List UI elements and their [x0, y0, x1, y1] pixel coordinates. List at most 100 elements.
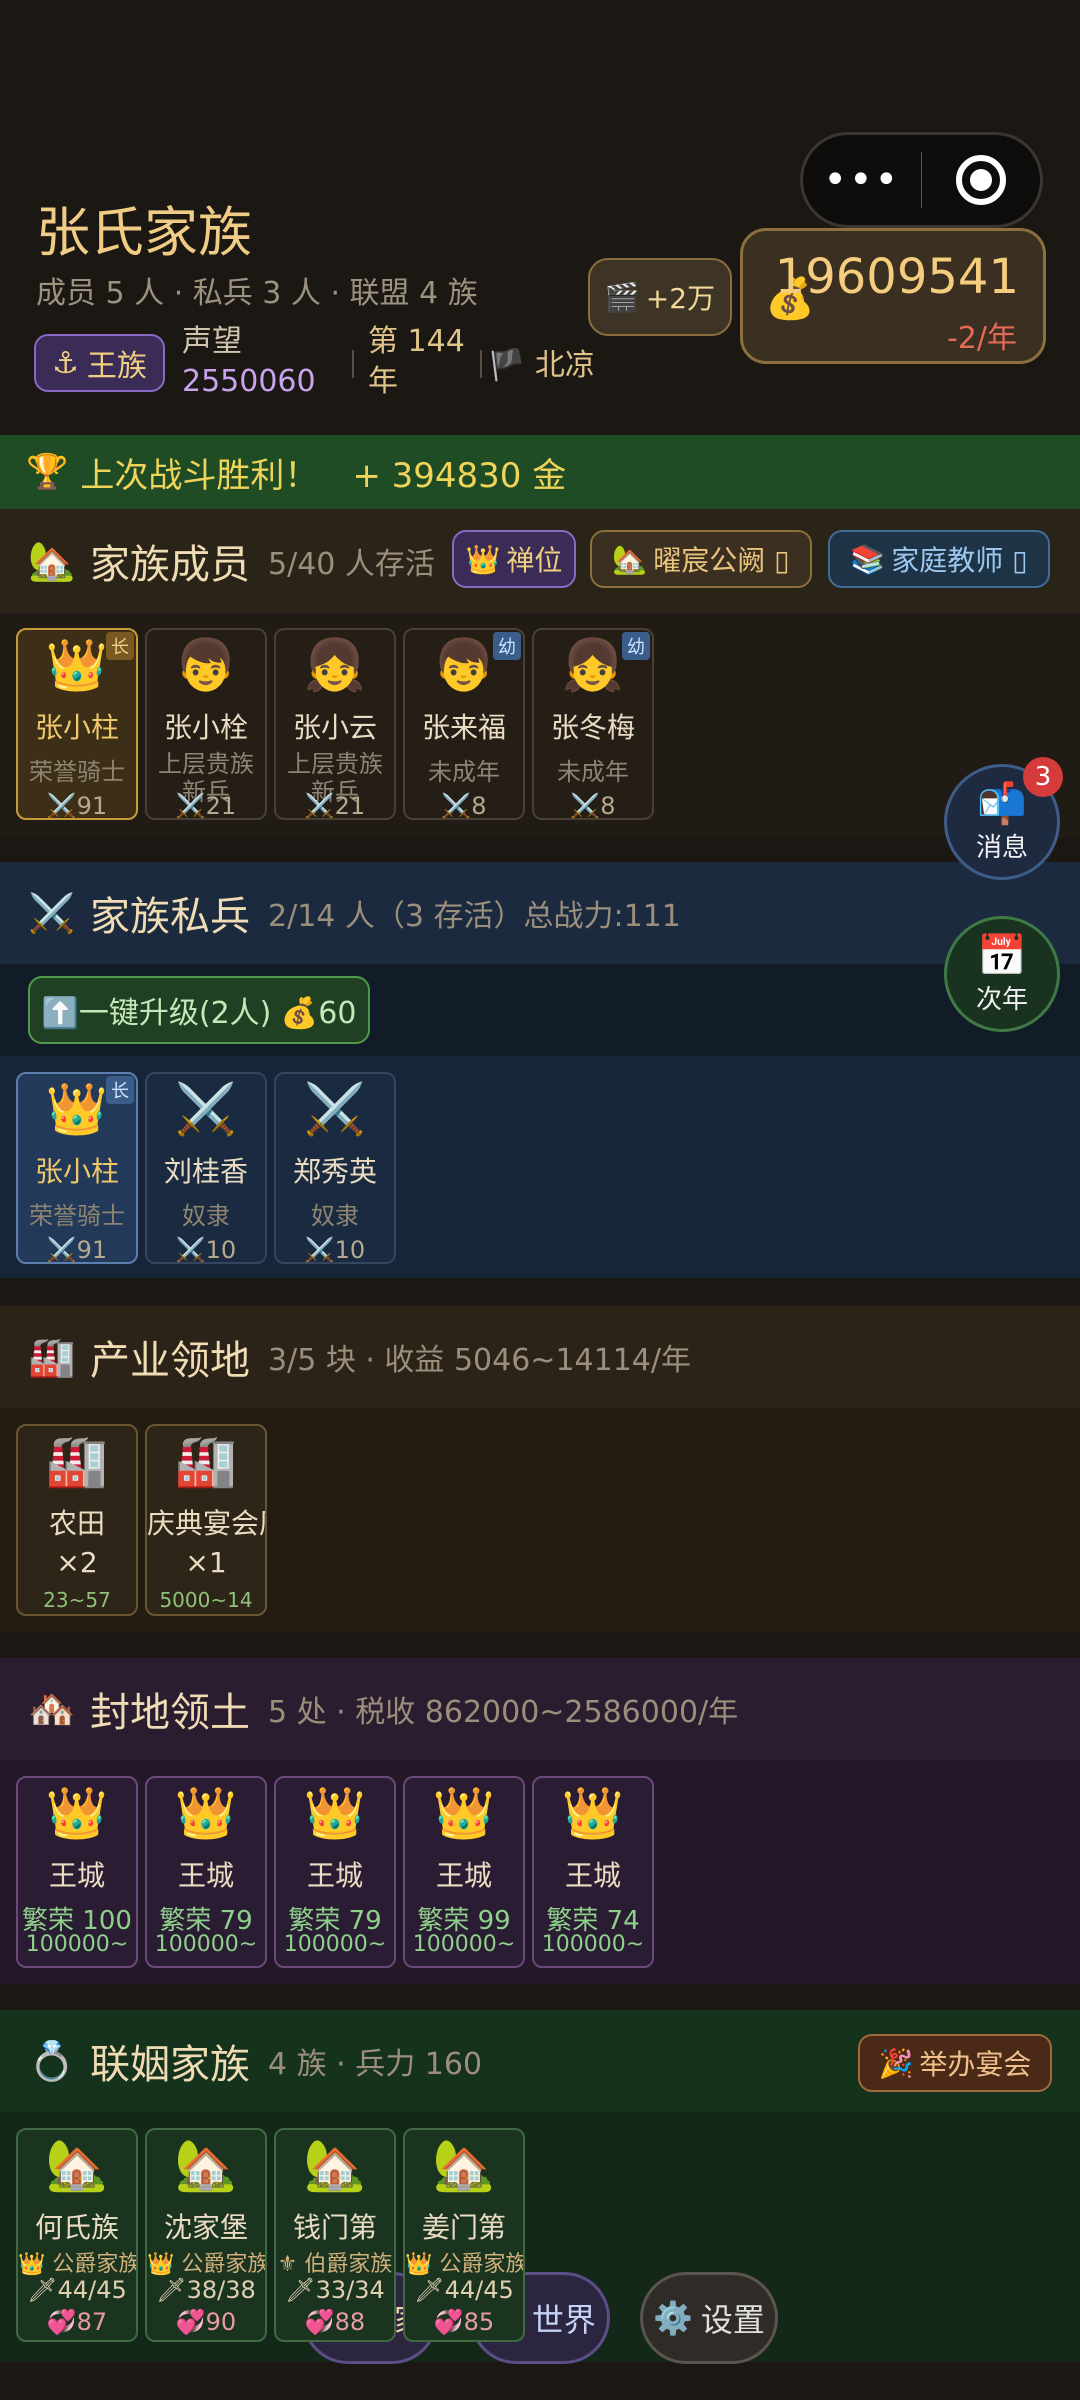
mailbox-icon: 📬: [977, 780, 1027, 827]
ally-card[interactable]: 🏡 钱门第 ⚜ 伯爵家族 🗡33/34 💞88: [274, 2128, 396, 2342]
soldier-name: 张小柱: [34, 1155, 119, 1188]
boy-icon: 👦: [174, 636, 238, 694]
ally-rank: ⚜ 伯爵家族: [277, 2252, 393, 2277]
soldier-card[interactable]: ⚔️ 郑秀英 奴隶 ⚔️10: [274, 1072, 396, 1264]
fief-tax-range: 100000~: [412, 1932, 516, 1957]
upgrade-all-button[interactable]: ⬆️一键升级(2人) 💰60: [28, 976, 370, 1044]
house-icon: 🏡: [432, 2136, 496, 2194]
swords-icon: ⚔️: [174, 1080, 238, 1138]
crown-icon: 👑: [561, 1784, 625, 1842]
fief-card[interactable]: 👑 王城 繁荣 99 100000~: [403, 1776, 525, 1968]
fief-card[interactable]: 👑 王城 繁荣 100 100000~: [16, 1776, 138, 1968]
hold-feast-button[interactable]: 🎉 举办宴会: [858, 2034, 1052, 2092]
soldier-card[interactable]: 👑 张小柱 荣誉骑士 ⚔️91 长: [16, 1072, 138, 1264]
ally-card[interactable]: 🏡 姜门第 👑 公爵家族 🗡44/45 💞85: [403, 2128, 525, 2342]
gold-amount: 19609541: [774, 249, 1019, 305]
industry-card[interactable]: 🏭 庆典宴会厅 ×1 5000~14: [145, 1424, 267, 1616]
soldier-rank: 荣誉骑士: [29, 1202, 125, 1230]
close-target-icon[interactable]: [922, 155, 1040, 205]
messages-count-badge: 3: [1023, 757, 1063, 797]
ally-card[interactable]: 🏡 沈家堡 👑 公爵家族 🗡38/38 💞90: [145, 2128, 267, 2342]
rank-badge[interactable]: ⚓ 王族: [34, 334, 165, 392]
member-tag: 长: [106, 632, 134, 660]
soldier-rank: 奴隶: [311, 1202, 359, 1230]
fief-card[interactable]: 👑 王城 繁荣 79 100000~: [274, 1776, 396, 1968]
crown-icon: 👑: [45, 1784, 109, 1842]
ally-name: 何氏族: [34, 2211, 119, 2244]
gold-rate: -2/年: [946, 321, 1017, 356]
factory-icon: 🏭: [45, 1432, 109, 1490]
next-year-button[interactable]: 📅 次年: [944, 916, 1060, 1032]
soldier-power: ⚔️91: [46, 1236, 108, 1264]
clapper-icon: 🎬: [604, 280, 640, 314]
ad-bonus-button[interactable]: 🎬 +2万: [588, 258, 732, 336]
industry-count: ×1: [185, 1546, 227, 1579]
ally-rank: 👑 公爵家族: [405, 2252, 525, 2277]
abdicate-button[interactable]: 👑 禅位: [452, 530, 576, 588]
swords-icon: ⚔️: [303, 1080, 367, 1138]
soldier-power: ⚔️10: [304, 1236, 366, 1264]
fief-tax-range: 100000~: [283, 1932, 387, 1957]
industry-header: 🏭 产业领地 3/5 块 · 收益 5046~14114/年: [0, 1306, 1080, 1408]
house-icon: 🏡: [28, 538, 76, 583]
house-icon: 🏡: [174, 2136, 238, 2194]
member-power: ⚔️8: [570, 792, 616, 820]
ally-troops: 🗡38/38: [156, 2276, 256, 2304]
fiefs-header: 🏘️ 封地领土 5 处 · 税收 862000~2586000/年: [0, 1658, 1080, 1760]
soldier-card[interactable]: ⚔️ 刘桂香 奴隶 ⚔️10: [145, 1072, 267, 1264]
soldiers-header: ⚔️ 家族私兵 2/14 人（3 存活）总战力:111: [0, 862, 1080, 964]
fief-name: 王城: [564, 1859, 621, 1892]
swords-icon: ⚔️: [28, 890, 76, 935]
member-card[interactable]: 👧 张小云 上层贵族 新兵 ⚔️21: [274, 628, 396, 820]
gold-panel: 💰 19609541 -2/年: [740, 228, 1046, 364]
gear-icon: ⚙️: [653, 2299, 693, 2337]
ally-favor: 💞90: [175, 2308, 237, 2336]
member-title: 荣誉骑士: [29, 758, 125, 786]
member-card[interactable]: 👑 张小柱 荣誉骑士 ⚔️91 长: [16, 628, 138, 820]
flag-icon: 🏴: [488, 348, 526, 383]
soldier-tag: 长: [106, 1076, 134, 1104]
ally-troops: 🗡44/45: [414, 2276, 514, 2304]
messages-button[interactable]: 📬 消息 3: [944, 757, 1063, 880]
member-title: 未成年: [557, 758, 629, 786]
fief-card[interactable]: 👑 王城 繁荣 79 100000~: [145, 1776, 267, 1968]
family-stats: 成员 5 人 · 私兵 3 人 · 联盟 4 族: [36, 276, 478, 311]
factory-icon: 🏭: [174, 1432, 238, 1490]
fief-name: 王城: [48, 1859, 105, 1892]
app-screen: ••• 张氏家族 成员 5 人 · 私兵 3 人 · 联盟 4 族 ⚓ 王族 声…: [0, 0, 1080, 2400]
fief-name: 王城: [435, 1859, 492, 1892]
ally-favor: 💞88: [304, 2308, 366, 2336]
manor-button[interactable]: 🏡 曜宸公阙 ▯: [590, 530, 812, 588]
house-icon: 🏡: [303, 2136, 367, 2194]
ring-icon: 💍: [28, 2038, 76, 2083]
soldier-rank: 奴隶: [182, 1202, 230, 1230]
member-title: 未成年: [428, 758, 500, 786]
mini-program-capsule: •••: [800, 132, 1043, 228]
member-name: 张小柱: [34, 711, 119, 744]
family-title: 张氏家族: [36, 201, 252, 264]
more-icon[interactable]: •••: [803, 157, 921, 203]
member-power: ⚔️8: [441, 792, 487, 820]
crown-icon: 👑: [174, 1784, 238, 1842]
prestige: 声望 2550060: [182, 324, 316, 399]
ally-name: 沈家堡: [163, 2211, 248, 2244]
industry-count: ×2: [56, 1546, 98, 1579]
ally-card[interactable]: 🏡 何氏族 👑 公爵家族 🗡44/45 💞87: [16, 2128, 138, 2342]
soldier-power: ⚔️10: [175, 1236, 237, 1264]
nav-settings-button[interactable]: ⚙️ 设置: [640, 2272, 778, 2364]
ally-troops: 🗡33/34: [285, 2276, 385, 2304]
house-icon: 🏡: [45, 2136, 109, 2194]
family-header: ••• 张氏家族 成员 5 人 · 私兵 3 人 · 联盟 4 族 ⚓ 王族 声…: [0, 0, 1080, 435]
member-card[interactable]: 👧 张冬梅 未成年 ⚔️8 幼: [532, 628, 654, 820]
member-card[interactable]: 👦 张来福 未成年 ⚔️8 幼: [403, 628, 525, 820]
ally-name: 钱门第: [292, 2211, 377, 2244]
member-power: ⚔️91: [46, 792, 108, 820]
location: 🏴 北凉: [488, 348, 595, 383]
member-tag: 幼: [493, 632, 521, 660]
fief-card[interactable]: 👑 王城 繁荣 74 100000~: [532, 1776, 654, 1968]
member-tag: 幼: [622, 632, 650, 660]
industry-card[interactable]: 🏭 农田 ×2 23~57: [16, 1424, 138, 1616]
house-icon: 🏡: [612, 542, 648, 576]
tutor-button[interactable]: 📚 家庭教师 ▯: [828, 530, 1050, 588]
member-card[interactable]: 👦 张小栓 上层贵族 新兵 ⚔️21: [145, 628, 267, 820]
